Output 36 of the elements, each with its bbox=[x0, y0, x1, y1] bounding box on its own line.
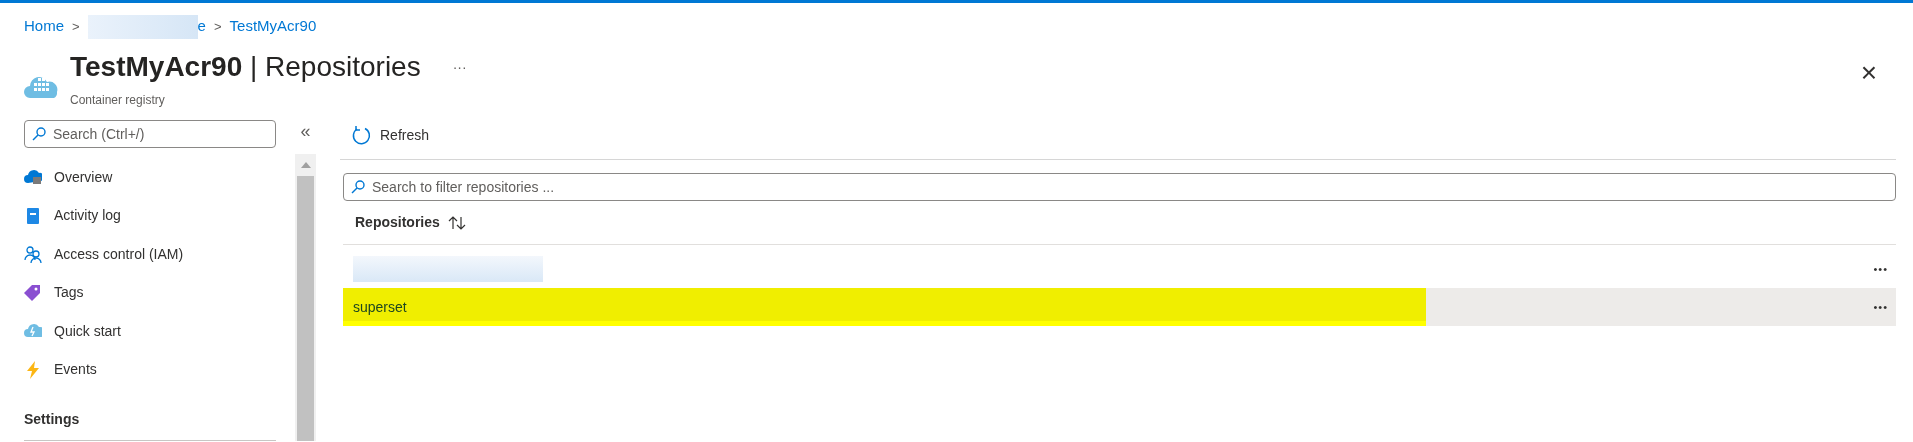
sidebar-item[interactable]: Events bbox=[24, 350, 276, 389]
sort-icon bbox=[447, 215, 466, 230]
search-icon bbox=[32, 127, 46, 141]
search-field[interactable]: Search (Ctrl+/) bbox=[24, 120, 276, 148]
search-icon bbox=[351, 180, 365, 194]
collapse-button[interactable]: « bbox=[300, 116, 311, 146]
refresh-button[interactable]: Refresh bbox=[352, 125, 430, 146]
tag-icon bbox=[24, 283, 42, 302]
book-icon bbox=[24, 206, 42, 225]
more-button[interactable]: ••• bbox=[1873, 260, 1888, 278]
section-heading: Settings bbox=[24, 409, 276, 441]
repository-name: superset bbox=[353, 297, 407, 317]
chevron-icon: > bbox=[72, 16, 80, 37]
breadcrumb-link[interactable]: TestMyAcr90 bbox=[229, 15, 317, 38]
more-button[interactable]: ··· bbox=[452, 56, 467, 78]
table-row[interactable]: superset ••• bbox=[343, 288, 1896, 326]
sidebar-item[interactable]: Quick start bbox=[24, 312, 276, 351]
more-button[interactable]: ••• bbox=[1873, 298, 1888, 316]
chevron-icon: > bbox=[213, 16, 222, 37]
people-icon bbox=[24, 245, 42, 264]
table-row[interactable]: ••• bbox=[343, 250, 1896, 288]
sidebar-item[interactable]: Activity log bbox=[24, 196, 276, 235]
page-title: TestMyAcr90 | Repositories bbox=[70, 50, 421, 84]
filter-field[interactable]: Search to filter repositories ... bbox=[343, 173, 1896, 201]
scrollbar[interactable] bbox=[295, 154, 316, 441]
close-button[interactable]: × bbox=[1860, 59, 1877, 87]
column-header[interactable]: Repositories bbox=[355, 212, 466, 233]
sidebar-item[interactable]: Tags bbox=[24, 273, 276, 312]
breadcrumb-link[interactable]: Home bbox=[24, 15, 64, 38]
refresh-icon bbox=[352, 125, 372, 146]
cloud-icon bbox=[24, 168, 42, 187]
sidebar-item[interactable]: Access control (IAM) bbox=[24, 235, 276, 274]
sidebar-item[interactable]: Overview bbox=[24, 158, 276, 197]
breadcrumb-link[interactable]: e bbox=[197, 15, 206, 38]
page-subtitle: Container registry bbox=[70, 92, 166, 109]
lightning-icon bbox=[24, 360, 42, 379]
